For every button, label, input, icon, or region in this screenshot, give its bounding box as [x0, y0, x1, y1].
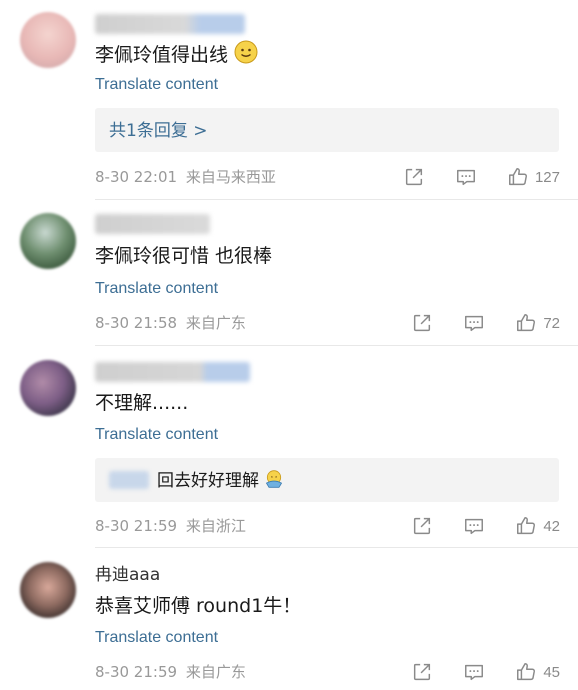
- translate-link[interactable]: Translate content: [95, 75, 218, 95]
- comment-text-content: 李佩玲值得出线: [95, 44, 229, 66]
- smile-emoji-icon: [234, 40, 258, 64]
- timestamp: 8-30 22:01: [95, 168, 178, 186]
- like-icon[interactable]: [515, 661, 537, 683]
- share-icon[interactable]: [411, 515, 433, 537]
- comment-meta: 8-30 22:01 来自马来西亚: [95, 167, 276, 187]
- avatar[interactable]: [20, 360, 76, 416]
- reply-count-link[interactable]: 共1条回复 >: [109, 120, 207, 142]
- comment-text: 恭喜艾师傅 round1牛！: [95, 595, 302, 617]
- timestamp: 8-30 21:58: [95, 314, 178, 332]
- comment-meta: 8-30 21:59 来自浙江: [95, 516, 246, 536]
- reply-text: 回去好好理解: [157, 469, 284, 492]
- action-bar: 72: [411, 311, 560, 335]
- comment-icon[interactable]: [463, 515, 485, 537]
- comment-text: 李佩玲很可惜 也很棒: [95, 245, 273, 267]
- avatar[interactable]: [20, 213, 76, 269]
- comment-item: 李佩玲值得出线 Translate content 共1条回复 > 8-30 2…: [0, 0, 578, 200]
- location: 来自广东: [185, 663, 246, 681]
- action-bar: 45: [411, 660, 560, 684]
- comment-meta: 8-30 21:58 来自广东: [95, 313, 246, 333]
- avatar[interactable]: [20, 12, 76, 68]
- username-blurred[interactable]: [95, 214, 210, 234]
- comment-icon[interactable]: [455, 166, 477, 188]
- like-count: 72: [543, 314, 560, 332]
- username-blurred[interactable]: [95, 362, 250, 382]
- divider: [95, 547, 578, 548]
- translate-link[interactable]: Translate content: [95, 628, 218, 648]
- like-icon[interactable]: [507, 166, 529, 188]
- translate-link[interactable]: Translate content: [95, 279, 218, 299]
- share-icon[interactable]: [411, 661, 433, 683]
- action-bar: 42: [411, 514, 560, 538]
- comment-text: 李佩玲值得出线: [95, 40, 258, 68]
- comment-item: 李佩玲很可惜 也很棒 Translate content 8-30 21:58 …: [0, 200, 578, 346]
- reply-text-content: 回去好好理解: [157, 471, 259, 491]
- like-count: 42: [543, 517, 560, 535]
- share-icon[interactable]: [411, 312, 433, 334]
- location: 来自广东: [185, 314, 246, 332]
- reply-author-blurred[interactable]: [109, 471, 149, 489]
- timestamp: 8-30 21:59: [95, 663, 178, 681]
- username[interactable]: 冉迪aaa: [95, 565, 160, 585]
- like-count: 127: [534, 168, 560, 186]
- action-bar: 127: [403, 165, 560, 189]
- hug-emoji-icon: [266, 470, 283, 488]
- comment-item: 不理解...... Translate content 回去好好理解 8-30 …: [0, 346, 578, 548]
- comment-item: 冉迪aaa 恭喜艾师傅 round1牛！ Translate content 8…: [0, 549, 578, 690]
- location: 来自马来西亚: [185, 168, 276, 186]
- comment-icon[interactable]: [463, 312, 485, 334]
- like-count: 45: [543, 663, 560, 681]
- comment-text: 不理解......: [95, 392, 189, 414]
- share-icon[interactable]: [403, 166, 425, 188]
- reply-preview-box[interactable]: 回去好好理解: [95, 458, 559, 502]
- like-icon[interactable]: [515, 312, 537, 334]
- comment-icon[interactable]: [463, 661, 485, 683]
- reply-summary-box[interactable]: 共1条回复 >: [95, 108, 559, 152]
- comment-meta: 8-30 21:59 来自广东: [95, 662, 246, 682]
- translate-link[interactable]: Translate content: [95, 425, 218, 445]
- location: 来自浙江: [185, 517, 246, 535]
- timestamp: 8-30 21:59: [95, 517, 178, 535]
- avatar[interactable]: [20, 562, 76, 618]
- like-icon[interactable]: [515, 515, 537, 537]
- username-blurred[interactable]: [95, 14, 245, 34]
